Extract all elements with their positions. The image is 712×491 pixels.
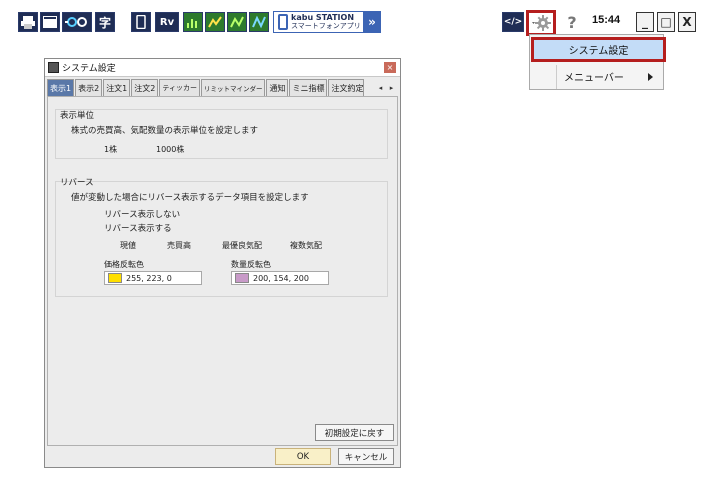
reverse-on-option[interactable]: リバース表示する (104, 222, 172, 234)
submenu-arrow-icon (648, 73, 653, 81)
menu-item-menubar[interactable]: メニューバー (564, 69, 624, 84)
help-button[interactable]: ? (560, 12, 584, 32)
settings-gear-button[interactable] (526, 10, 556, 36)
quantity-color-value: 200, 154, 200 (253, 273, 309, 283)
ok-button[interactable]: OK (275, 448, 331, 465)
gear-icon (48, 62, 59, 73)
menu-divider (556, 65, 557, 89)
smartphone-icon (278, 14, 288, 30)
unit-section-title: 表示単位 (60, 111, 95, 121)
reverse-item-best-quote[interactable]: 最優良気配 (222, 240, 262, 251)
price-color-value: 255, 223, 0 (126, 273, 172, 283)
reverse-item-price[interactable]: 現値 (120, 240, 136, 251)
unit-option-1share[interactable]: 1株 (104, 144, 117, 155)
kabu-station-label: kabu STATION (291, 13, 355, 22)
minimize-button[interactable]: _ (636, 12, 654, 32)
code-button[interactable]: </> (502, 12, 524, 32)
tab-order-execution[interactable]: 注文約定 (328, 79, 365, 96)
tab-order1[interactable]: 注文1 (103, 79, 131, 96)
tab-scroll-left-button[interactable]: ◂ (376, 81, 385, 94)
dialog-titlebar[interactable]: システム設定 × (45, 59, 400, 77)
bar-chart-icon[interactable] (183, 12, 203, 32)
reverse-item-volume[interactable]: 売買高 (167, 240, 191, 251)
tab-ticker[interactable]: ティッカー (159, 79, 200, 96)
quantity-color-label: 数量反転色 (231, 260, 271, 269)
line-chart-icon[interactable] (205, 12, 225, 32)
settings-tabs: 表示1 表示2 注文1 注文2 ティッカー リミットマインダー 通知 ミニ指標 … (47, 79, 365, 96)
tab-panel-display1: 表示単位 株式の売買高、気配数量の表示単位を設定します 1株 1000株 リバー… (47, 96, 398, 446)
tab-order2[interactable]: 注文2 (131, 79, 159, 96)
settings-dropdown-menu: システム設定 メニューバー (529, 34, 666, 90)
printer-icon[interactable] (18, 12, 38, 32)
price-color-label: 価格反転色 (104, 260, 144, 269)
tab-display2[interactable]: 表示2 (75, 79, 103, 96)
dialog-title: システム設定 (62, 64, 116, 74)
tab-limit-minder[interactable]: リミットマインダー (200, 79, 266, 96)
zigzag-chart-icon[interactable] (249, 12, 269, 32)
smartphone-app-label: スマートフォンアプリ (291, 22, 361, 30)
expand-toolbar-button[interactable]: » (363, 11, 381, 33)
menu-item-system-settings[interactable]: システム設定 (531, 37, 666, 62)
reverse-item-multiple-quotes[interactable]: 複数気配 (290, 240, 322, 251)
price-color-swatch[interactable] (108, 273, 122, 283)
gear-icon (532, 15, 551, 31)
rv-button[interactable]: Rv (155, 12, 179, 32)
window-icon[interactable] (40, 12, 60, 32)
mobile-icon[interactable] (131, 12, 151, 32)
unit-section-description: 株式の売買高、気配数量の表示単位を設定します (71, 126, 259, 136)
reset-defaults-button[interactable]: 初期設定に戻す (315, 424, 394, 441)
tab-scroll-right-button[interactable]: ▸ (387, 81, 396, 94)
cancel-button[interactable]: キャンセル (338, 448, 394, 465)
kana-button[interactable]: 字 (95, 12, 115, 32)
dialog-close-button[interactable]: × (384, 62, 396, 73)
maximize-button[interactable]: □ (657, 12, 675, 32)
system-settings-dialog: システム設定 × 表示1 表示2 注文1 注文2 ティッカー リミットマインダー… (44, 58, 401, 468)
quantity-color-field[interactable]: 200, 154, 200 (231, 271, 329, 285)
trend-chart-icon[interactable] (227, 12, 247, 32)
tab-mini-indicator[interactable]: ミニ指標 (289, 79, 328, 96)
reverse-section-description: 値が変動した場合にリバース表示するデータ項目を設定します (71, 193, 309, 203)
quantity-color-swatch[interactable] (235, 273, 249, 283)
price-color-field[interactable]: 255, 223, 0 (104, 271, 202, 285)
tab-notification[interactable]: 通知 (266, 79, 289, 96)
tab-display1[interactable]: 表示1 (47, 79, 75, 96)
help-icon: ? (567, 12, 577, 32)
close-window-button[interactable]: X (678, 12, 696, 32)
unit-option-1000shares[interactable]: 1000株 (156, 144, 184, 155)
clock-time: 15:44 (592, 14, 621, 26)
reverse-section-title: リバース (60, 178, 94, 188)
reverse-off-option[interactable]: リバース表示しない (104, 208, 180, 220)
link-icon[interactable] (62, 12, 92, 32)
